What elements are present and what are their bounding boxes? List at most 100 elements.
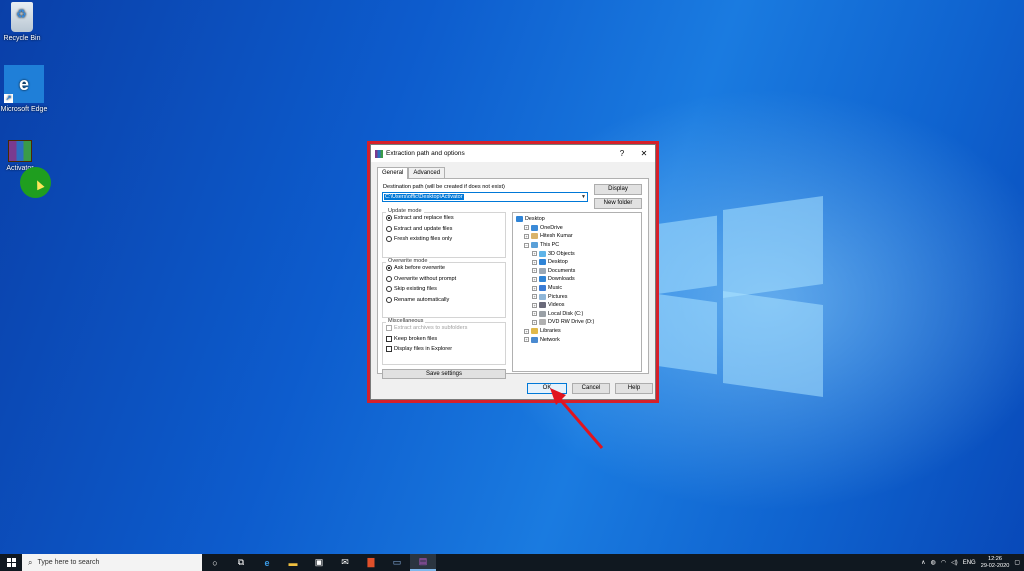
expand-icon[interactable]: +: [532, 285, 537, 291]
network-icon[interactable]: ◍: [931, 559, 936, 566]
folder-icon: [539, 319, 546, 326]
mail-icon[interactable]: ✉: [332, 554, 358, 571]
language-indicator[interactable]: ENG: [963, 560, 976, 566]
recycle-bin-icon: ♻: [11, 2, 33, 32]
folder-icon: [531, 328, 538, 335]
volume-icon[interactable]: ◁): [951, 559, 958, 566]
radio-icon: [386, 236, 392, 243]
clock[interactable]: 12:26 29-02-2020: [981, 556, 1010, 570]
wifi-icon[interactable]: ◠: [941, 559, 946, 566]
expand-icon[interactable]: +: [532, 251, 537, 257]
desktop-icon-recycle-bin[interactable]: ♻ Recycle Bin: [0, 2, 46, 43]
checkbox-label: Extract archives to subfolders: [394, 325, 468, 332]
checkbox-keep-broken-files[interactable]: Keep broken files: [383, 334, 505, 345]
tab-general[interactable]: General: [377, 167, 409, 179]
clock-time: 12:26: [988, 555, 1003, 562]
folder-tree[interactable]: Desktop + OneDrive + Hitesh Kumar − This PC +3D…: [512, 212, 642, 372]
radio-label: Rename automatically: [394, 296, 450, 303]
expand-icon[interactable]: +: [532, 276, 537, 282]
tree-node[interactable]: + OneDrive: [513, 224, 641, 233]
expand-icon[interactable]: +: [524, 225, 529, 231]
notification-icon[interactable]: ▢: [1014, 559, 1020, 566]
destination-path-value: C:\Users\offic\Desktop\Activator: [384, 194, 464, 200]
radio-icon: [386, 296, 392, 303]
folder-icon: [539, 259, 546, 266]
tree-node[interactable]: + DVD RW Drive (D:): [513, 318, 641, 327]
expand-icon[interactable]: +: [532, 302, 537, 308]
clock-date: 29-02-2020: [980, 562, 1010, 569]
radio-extract-replace[interactable]: Extract and replace files: [383, 213, 505, 224]
tree-node[interactable]: Desktop: [513, 215, 641, 224]
cortana-icon[interactable]: ○: [202, 554, 228, 571]
expand-icon[interactable]: +: [532, 319, 537, 325]
collapse-icon[interactable]: −: [524, 242, 529, 248]
tree-node[interactable]: + Desktop: [513, 258, 641, 267]
task-view-icon[interactable]: ⧉: [228, 554, 254, 571]
radio-icon: [386, 225, 392, 232]
radio-extract-update[interactable]: Extract and update files: [383, 224, 505, 235]
checkbox-extract-to-subfolders[interactable]: Extract archives to subfolders: [383, 323, 505, 334]
expand-icon[interactable]: +: [532, 259, 537, 265]
winrar-taskbar-icon[interactable]: ▤: [410, 554, 436, 571]
radio-rename-automatically[interactable]: Rename automatically: [383, 295, 505, 306]
tree-node[interactable]: + Local Disk (C:): [513, 310, 641, 319]
file-explorer-icon[interactable]: ▬: [280, 554, 306, 571]
winrar-archive-icon: [8, 140, 32, 162]
tab-advanced[interactable]: Advanced: [408, 167, 446, 178]
tree-node[interactable]: + Pictures: [513, 292, 641, 301]
photos-icon[interactable]: ▭: [384, 554, 410, 571]
radio-label: Extract and update files: [394, 225, 453, 232]
radio-icon: [386, 286, 392, 293]
display-button[interactable]: Display: [594, 184, 642, 195]
chevron-down-icon[interactable]: ▼: [581, 194, 586, 200]
dialog-titlebar[interactable]: Extraction path and options ? ✕: [371, 145, 655, 162]
expand-icon[interactable]: +: [524, 328, 529, 334]
expand-icon[interactable]: +: [524, 233, 529, 239]
expand-icon[interactable]: +: [532, 311, 537, 317]
taskbar-search[interactable]: ⌕ Type here to search: [22, 554, 202, 571]
tree-node[interactable]: + Documents: [513, 267, 641, 276]
tree-node[interactable]: + Music: [513, 284, 641, 293]
destination-path-input[interactable]: C:\Users\offic\Desktop\Activator ▼: [382, 192, 588, 202]
group-title: Update mode: [386, 208, 424, 214]
tree-node-label: Hitesh Kumar: [540, 233, 573, 240]
tree-node-label: Documents: [548, 267, 576, 274]
radio-fresh-existing[interactable]: Fresh existing files only: [383, 234, 505, 245]
tree-node[interactable]: + Downloads: [513, 275, 641, 284]
expand-icon[interactable]: +: [532, 294, 537, 300]
taskbar: ⌕ Type here to search ○ ⧉ e ▬ ▣ ✉ ▇ ▭ ▤ …: [0, 554, 1024, 571]
tree-node[interactable]: + Network: [513, 335, 641, 344]
tree-node-label: Videos: [548, 302, 565, 309]
tree-node[interactable]: + Libraries: [513, 327, 641, 336]
checkbox-icon: [386, 335, 392, 342]
help-button[interactable]: Help: [615, 383, 653, 394]
tree-node[interactable]: + Hitesh Kumar: [513, 232, 641, 241]
radio-skip-existing[interactable]: Skip existing files: [383, 284, 505, 295]
expand-icon[interactable]: +: [524, 337, 529, 343]
system-tray: ∧ ◍ ◠ ◁) ENG 12:26 29-02-2020 ▢: [921, 556, 1024, 570]
general-panel: Destination path (will be created if doe…: [377, 178, 649, 379]
chevron-up-icon[interactable]: ∧: [921, 559, 925, 566]
new-folder-button[interactable]: New folder: [594, 198, 642, 209]
edge-taskbar-icon[interactable]: e: [254, 554, 280, 571]
update-mode-group: Update mode Extract and replace files Ex…: [382, 208, 506, 258]
group-title: Overwrite mode: [386, 258, 430, 264]
tree-node-label: Desktop: [548, 259, 568, 266]
tree-node-label: OneDrive: [540, 224, 563, 231]
close-icon[interactable]: ✕: [633, 149, 655, 158]
tree-node-label: Libraries: [540, 328, 561, 335]
start-button[interactable]: [0, 554, 22, 571]
tree-node[interactable]: − This PC: [513, 241, 641, 250]
desktop-icon-edge[interactable]: e ↗ Microsoft Edge: [0, 65, 48, 114]
radio-ask-before-overwrite[interactable]: Ask before overwrite: [383, 263, 505, 274]
radio-overwrite-without-prompt[interactable]: Overwrite without prompt: [383, 274, 505, 285]
expand-icon[interactable]: +: [532, 268, 537, 274]
tree-node[interactable]: + Videos: [513, 301, 641, 310]
store-icon[interactable]: ▣: [306, 554, 332, 571]
search-icon: ⌕: [28, 557, 33, 567]
tree-node[interactable]: +3D Objects: [513, 249, 641, 258]
help-icon[interactable]: ?: [611, 149, 633, 158]
office-icon[interactable]: ▇: [358, 554, 384, 571]
checkbox-display-in-explorer[interactable]: Display files in Explorer: [383, 344, 505, 355]
folder-icon: [539, 267, 546, 274]
